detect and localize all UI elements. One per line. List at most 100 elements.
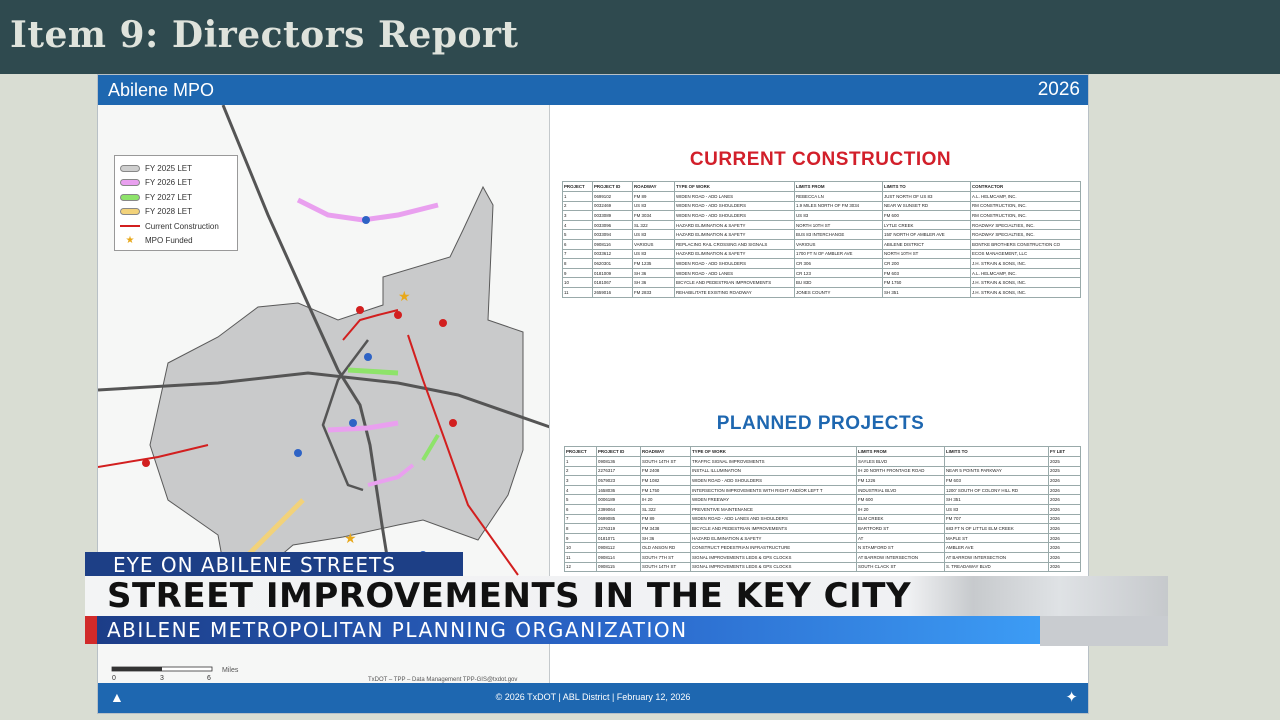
column-header: CONTRACTOR xyxy=(970,181,1081,192)
txdot-logo-icon: ✦ xyxy=(1065,689,1078,706)
column-header: LIMITS TO xyxy=(882,181,971,192)
table-cell: 0699085 xyxy=(596,513,641,525)
table-cell: WIDEN ROAD - ADD LANES AND SHOULDERS xyxy=(690,513,857,525)
slide-header: Abilene MPO 2026 xyxy=(98,75,1088,105)
legend-swatch xyxy=(120,179,140,187)
table-cell: 0033612 xyxy=(592,248,633,260)
table-cell: ROADWAY SPECIALTIES, INC. xyxy=(970,229,1081,240)
mpo-funded-star-icon: ★ xyxy=(398,288,411,304)
planned-marker xyxy=(364,353,372,361)
table-cell: NEAR W SUNSET RD xyxy=(882,200,971,212)
table-cell: SL 322 xyxy=(632,219,675,231)
column-header: TYPE OF WORK xyxy=(690,446,857,457)
table-cell: 10 xyxy=(564,542,597,553)
table-cell: 2026 xyxy=(1048,503,1081,515)
table-cell: INDUSTRIAL BLVD xyxy=(856,484,945,496)
table-cell: 2026 xyxy=(1048,532,1081,544)
mpo-funded-star-icon: ★ xyxy=(344,530,357,546)
table-cell: 0033094 xyxy=(592,229,633,240)
table-cell: SH 36 xyxy=(640,532,691,544)
table-cell: FM 600 xyxy=(882,210,971,221)
column-header: FY LET xyxy=(1048,446,1081,457)
slide-org-name: Abilene MPO xyxy=(108,80,215,100)
table-cell: US 83 xyxy=(632,229,675,240)
construction-marker xyxy=(449,419,457,427)
table-cell: 9 xyxy=(564,532,597,544)
slide-footer: ▲ © 2026 TxDOT | ABL District | February… xyxy=(98,683,1088,713)
table-cell: HAZARD ELIMINATION & SAFETY xyxy=(674,219,795,231)
table-cell: 2 xyxy=(564,465,597,477)
table-row: 6 2399064 SL 322 PREVENTIVE MAINTENANCE IH 2… xyxy=(564,503,1081,515)
table-row: 10 0181067 SH 36 BICYCLE AND PEDESTRIAN IMP… xyxy=(562,277,1081,288)
table-cell: US 83 xyxy=(632,248,675,260)
table-cell: HAZARD ELIMINATION & SAFETY xyxy=(690,532,857,544)
table-cell: 11 xyxy=(562,286,593,298)
construction-marker xyxy=(356,306,364,314)
table-cell xyxy=(944,456,1049,467)
table-cell: AT xyxy=(856,532,945,544)
table-row: 2 0032469 US 83 WIDEN ROAD - ADD SHOULDERS 1… xyxy=(562,200,1081,212)
table-cell: 2 xyxy=(562,200,593,212)
table-cell: VARIOUS xyxy=(632,238,675,250)
table-row: 7 0699085 FM 89 WIDEN ROAD - ADD LANES AND … xyxy=(564,513,1081,525)
table-cell: 2025 xyxy=(1048,465,1081,477)
table-cell: SH 36 xyxy=(632,277,675,288)
table-cell: 2659016 xyxy=(592,286,633,298)
table-cell: FM 3034 xyxy=(632,210,675,221)
table-cell: FM 1082 xyxy=(640,475,691,486)
table-cell: BUS 83 INTERCHANGE xyxy=(794,229,883,240)
table-row: 5 0033094 US 83 HAZARD ELIMINATION & SAFETY… xyxy=(562,229,1081,240)
table-cell: CR 123 xyxy=(794,267,883,279)
table-cell: NEAR 5 POINTS PARKWAY xyxy=(944,465,1049,477)
table-cell: BICYCLE AND PEDESTRIAN IMPROVEMENTS xyxy=(690,523,857,534)
legend-item-current-construction: Current Construction xyxy=(120,219,232,234)
table-row: 8 0620301 FM 1235 WIDEN ROAD - ADD SHOULDER… xyxy=(562,258,1081,269)
column-header: ROADWAY xyxy=(632,181,675,192)
table-cell: 1 xyxy=(564,456,597,467)
table-cell: 2399064 xyxy=(596,503,641,515)
table-cell: 0181009 xyxy=(592,267,633,279)
table-cell: 0032469 xyxy=(592,200,633,212)
column-header: LIMITS FROM xyxy=(856,446,945,457)
table-cell: FM 89 xyxy=(640,513,691,525)
construction-marker xyxy=(142,459,150,467)
table-cell: FM 1750 xyxy=(640,484,691,496)
table-cell: CONSTRUCT PEDESTRIAN INFRASTRUCTURE xyxy=(690,542,857,553)
table-row: 9 0181009 SH 36 WIDEN ROAD - ADD LANES CR 12… xyxy=(562,267,1081,279)
table-cell: 0699102 xyxy=(592,191,633,202)
table-cell: 0908116 xyxy=(592,238,633,250)
table-cell: HAZARD ELIMINATION & SAFETY xyxy=(674,248,795,260)
planned-marker xyxy=(349,419,357,427)
table-cell: IH 20 xyxy=(856,503,945,515)
table-cell: HAZARD ELIMINATION & SAFETY xyxy=(674,229,795,240)
table-cell: 5 xyxy=(564,494,597,505)
table-cell: 6 xyxy=(564,503,597,515)
table-cell: 2026 xyxy=(1048,542,1081,553)
table-cell: LYTLE CREEK xyxy=(882,219,971,231)
table-cell: 1700 FT N OF AMBLER AVE xyxy=(794,248,883,260)
scale-bar: 0 3 6 xyxy=(111,666,213,682)
table-cell: TRAFFIC SIGNAL IMPROVEMENTS xyxy=(690,456,857,467)
table-cell: ROADWAY SPECIALTIES, INC. xyxy=(970,219,1081,231)
header-bar: Item 9: Directors Report xyxy=(0,0,1280,74)
map-legend: FY 2025 LET FY 2026 LET FY 2027 LET FY 2… xyxy=(114,155,238,251)
headline-text: STREET IMPROVEMENTS IN THE KEY CITY xyxy=(107,576,912,616)
table-cell: 2276319 xyxy=(596,523,641,534)
table-cell: OLD ANSON RD xyxy=(640,542,691,553)
legend-swatch xyxy=(120,193,140,201)
table-cell: 2025 xyxy=(1048,456,1081,467)
table-cell: 0908136 xyxy=(596,456,641,467)
table-cell: 2026 xyxy=(1048,513,1081,525)
column-header: PROJECT xyxy=(564,446,597,457)
construction-marker xyxy=(394,311,402,319)
table-row: 3 0033089 FM 3034 WIDEN ROAD - ADD SHOULDER… xyxy=(562,210,1081,221)
table-cell: 0181067 xyxy=(592,277,633,288)
table-cell: SH 351 xyxy=(882,286,971,298)
table-cell: FM 1226 xyxy=(856,475,945,486)
slide-footer-text: © 2026 TxDOT | ABL District | February 1… xyxy=(495,692,691,702)
table-row: 4 1658036 FM 1750 INTERSECTION IMPROVEMENTS… xyxy=(564,484,1081,496)
table-cell: ECOS MANAGEMENT, LLC xyxy=(970,248,1081,260)
table-cell: 2026 xyxy=(1048,475,1081,486)
table-cell: MAPLE ST xyxy=(944,532,1049,544)
table-cell: CR 200 xyxy=(882,258,971,269)
